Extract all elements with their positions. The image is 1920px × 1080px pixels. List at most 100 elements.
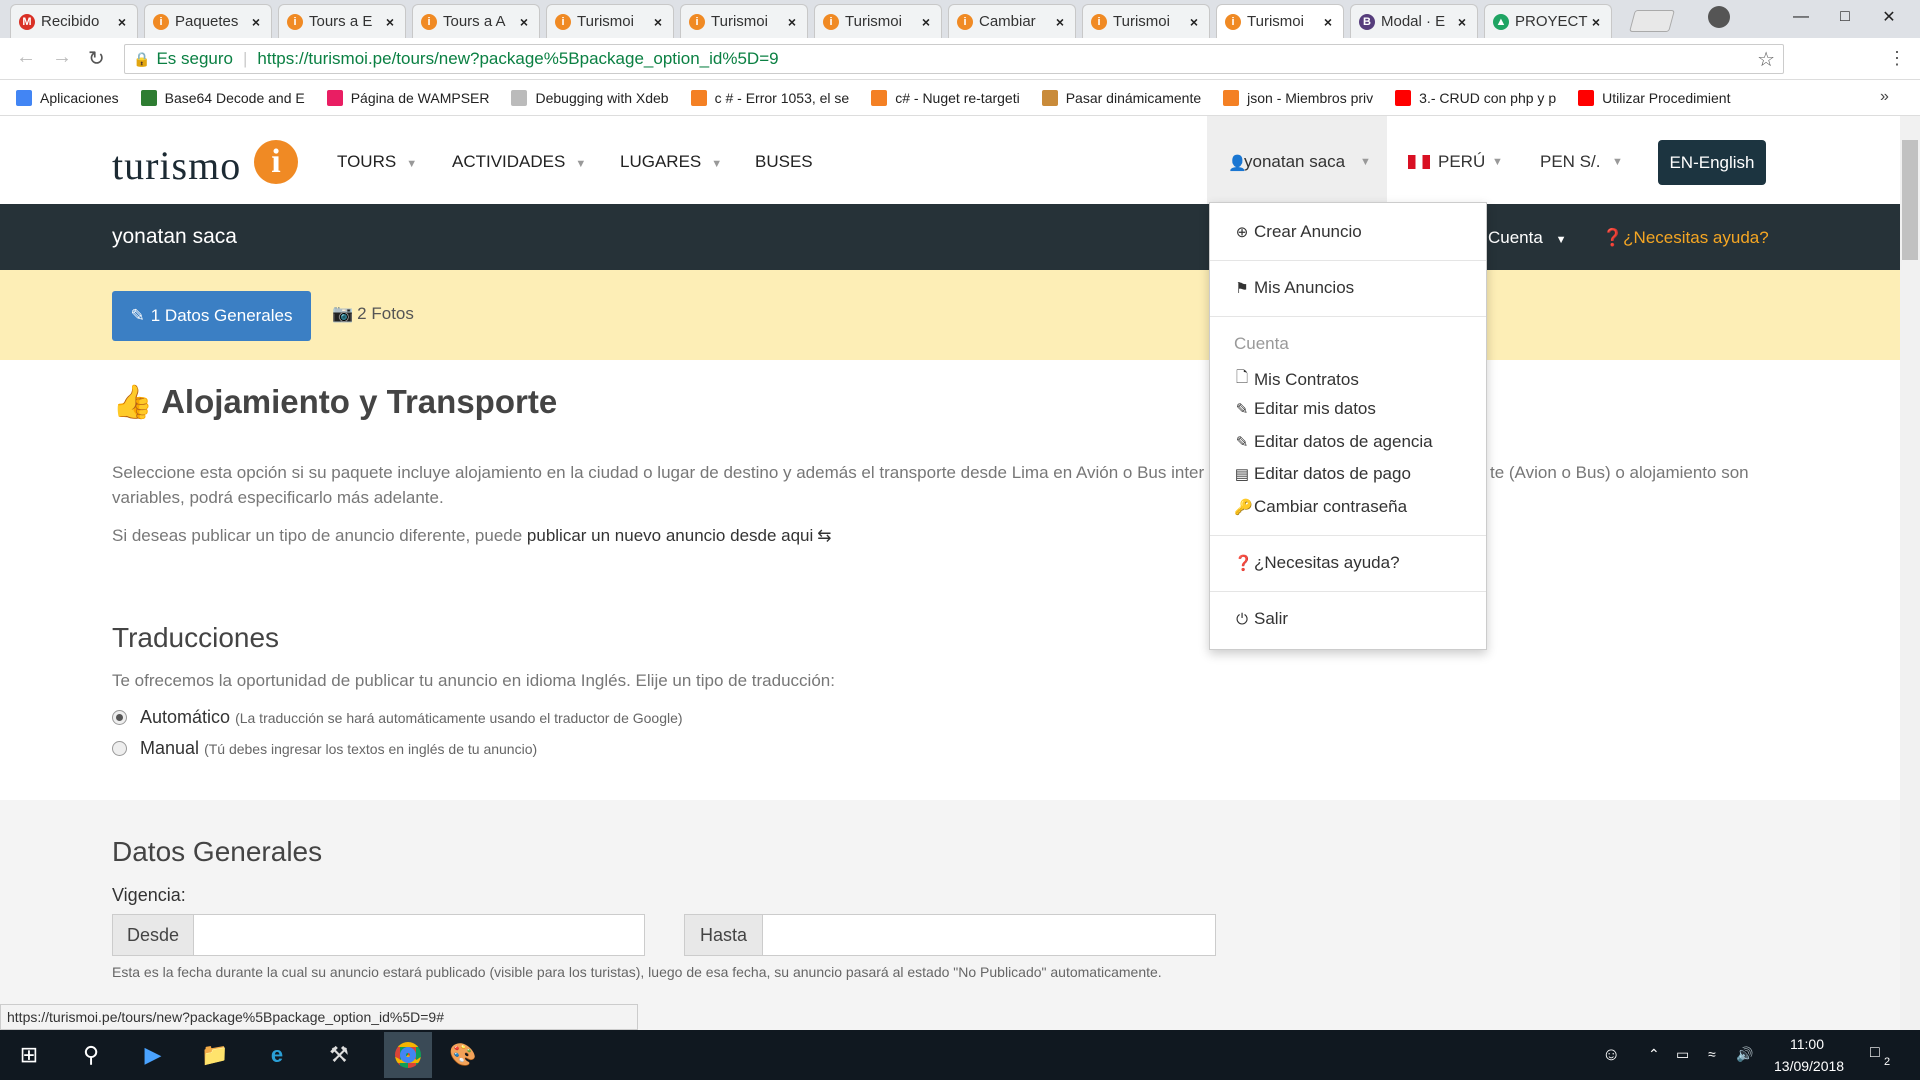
search-icon[interactable]: ⚲	[74, 1038, 108, 1072]
tab-favicon-icon: i	[823, 13, 839, 30]
powershell-icon[interactable]: ▶	[136, 1038, 170, 1072]
browser-tab[interactable]: i Cambiar ×	[948, 4, 1076, 38]
menu-item-cambiar-contrasena[interactable]: 🔑 Cambiar contraseña	[1234, 497, 1407, 517]
menu-item-crear-anuncio[interactable]: ⊕ Crear Anuncio	[1234, 222, 1362, 242]
tab-close-icon[interactable]: ×	[249, 14, 263, 30]
chrome-icon[interactable]	[384, 1032, 432, 1078]
tab-close-icon[interactable]: ×	[1589, 14, 1603, 30]
tab-close-icon[interactable]: ×	[517, 14, 531, 30]
clock-time[interactable]: 11:00	[1790, 1036, 1824, 1052]
menu-item-mis-contratos[interactable]: 🗋 Mis Contratos	[1234, 367, 1359, 392]
step-fotos-link[interactable]: 📷 2 Fotos	[332, 304, 414, 324]
reload-icon[interactable]: ↻	[88, 46, 105, 71]
browser-tab[interactable]: ▲ PROYECT ×	[1484, 4, 1612, 38]
menu-item-editar-pago[interactable]: ▤ Editar datos de pago	[1234, 464, 1411, 484]
browser-tab[interactable]: i Turismoi ×	[546, 4, 674, 38]
bookmark-item[interactable]: 3.- CRUD con php y p	[1395, 89, 1556, 106]
scrollbar-thumb[interactable]	[1902, 140, 1918, 260]
menu-item-editar-datos[interactable]: ✎ Editar mis datos	[1234, 399, 1376, 419]
bookmark-item[interactable]: Página de WAMPSER	[326, 89, 489, 106]
new-ad-link[interactable]: publicar un nuevo anuncio desde aqui	[527, 526, 813, 545]
radio-manual-label[interactable]: Manual (Tú debes ingresar los textos en …	[140, 738, 537, 759]
browser-tab[interactable]: B Modal · E ×	[1350, 4, 1478, 38]
currency-selector[interactable]: PEN S/.	[1540, 152, 1600, 172]
radio-automatico[interactable]	[112, 710, 127, 725]
back-icon[interactable]: ←	[16, 46, 36, 69]
tray-expand-icon[interactable]: ⌃	[1648, 1046, 1660, 1063]
tab-close-icon[interactable]: ×	[1187, 14, 1201, 30]
forward-icon[interactable]: →	[52, 46, 72, 69]
nav-item[interactable]: ACTIVIDADES ▼	[452, 152, 586, 172]
tab-close-icon[interactable]: ×	[919, 14, 933, 30]
browser-tab[interactable]: i Turismoi ×	[680, 4, 808, 38]
people-icon[interactable]: ☺	[1602, 1044, 1620, 1065]
browser-tab[interactable]: i Turismoi ×	[1082, 4, 1210, 38]
bookmark-item[interactable]: json - Miembros priv	[1223, 89, 1373, 106]
nav-item[interactable]: BUSES	[755, 152, 813, 172]
tab-close-icon[interactable]: ×	[651, 14, 665, 30]
tab-close-icon[interactable]: ×	[785, 14, 799, 30]
tab-title: Tours a A	[443, 13, 506, 30]
nav-item[interactable]: LUGARES ▼	[620, 152, 722, 172]
clock-date[interactable]: 13/09/2018	[1774, 1058, 1844, 1074]
bookmark-star-icon[interactable]: ☆	[1757, 47, 1775, 72]
country-selector[interactable]: PERÚ	[1438, 152, 1485, 172]
file-explorer-icon[interactable]: 📁	[198, 1038, 232, 1072]
browser-tab[interactable]: i Paquetes ×	[144, 4, 272, 38]
hasta-input[interactable]	[762, 914, 1216, 956]
internet-explorer-icon[interactable]: e	[260, 1038, 294, 1072]
bookmark-favicon-icon	[1041, 89, 1058, 106]
bookmark-item[interactable]: c # - Error 1053, el se	[690, 89, 849, 106]
paint-icon[interactable]: 🎨	[446, 1038, 480, 1072]
profile-icon[interactable]	[1708, 6, 1730, 28]
logo-text[interactable]: turismo	[112, 142, 241, 189]
step-datos-generales-button[interactable]: ✎ 1 Datos Generales	[112, 291, 311, 341]
account-bar-help-link[interactable]: ❓¿Necesitas ayuda?	[1602, 228, 1769, 248]
bookmark-favicon-icon	[690, 89, 707, 106]
browser-tab[interactable]: i Tours a E ×	[278, 4, 406, 38]
address-bar[interactable]: 🔒 Es seguro | https://turismoi.pe/tours/…	[124, 44, 1784, 74]
chrome-menu-icon[interactable]: ⋮	[1888, 48, 1906, 69]
notifications-icon[interactable]: □	[1870, 1044, 1880, 1062]
radio-automatico-label[interactable]: Automático (La traducción se hará automá…	[140, 707, 683, 728]
bookmark-item[interactable]: Pasar dinámicamente	[1041, 89, 1201, 106]
menu-item-mis-anuncios[interactable]: ⚑ Mis Anuncios	[1234, 278, 1354, 298]
desde-input[interactable]	[193, 914, 645, 956]
language-button[interactable]: EN-English	[1658, 140, 1766, 185]
bookmark-favicon-icon	[1578, 89, 1595, 106]
tools-icon[interactable]: ⚒	[322, 1038, 356, 1072]
bookmark-item[interactable]: Aplicaciones	[16, 89, 119, 106]
bookmark-item[interactable]: c# - Nuget re-targeti	[871, 89, 1020, 106]
browser-tab[interactable]: M Recibido ×	[10, 4, 138, 38]
browser-tab[interactable]: i Turismoi ×	[814, 4, 942, 38]
tab-close-icon[interactable]: ×	[1321, 14, 1335, 30]
tab-close-icon[interactable]: ×	[1455, 14, 1469, 30]
bookmark-item[interactable]: Debugging with Xdeb	[511, 89, 669, 106]
menu-item-ayuda[interactable]: ❓ ¿Necesitas ayuda?	[1234, 553, 1400, 573]
battery-icon[interactable]: ▭	[1676, 1046, 1689, 1063]
menu-item-salir[interactable]: ⏻ Salir	[1234, 609, 1288, 629]
menu-item-editar-agencia[interactable]: ✎ Editar datos de agencia	[1234, 432, 1433, 452]
tab-title: Turismoi	[1113, 13, 1170, 30]
new-tab-button[interactable]	[1629, 10, 1675, 32]
bookmarks-overflow-icon[interactable]: »	[1880, 88, 1889, 106]
account-bar-cuenta-menu[interactable]: Cuenta ▼	[1488, 228, 1566, 248]
bookmark-item[interactable]: Utilizar Procedimient	[1578, 89, 1730, 106]
volume-icon[interactable]: 🔊	[1736, 1046, 1753, 1063]
tab-close-icon[interactable]: ×	[383, 14, 397, 30]
browser-tab[interactable]: i Tours a A ×	[412, 4, 540, 38]
windows-start-icon[interactable]: ⊞	[12, 1038, 46, 1072]
logo-icon[interactable]: i	[254, 140, 298, 184]
wifi-icon[interactable]: ≈	[1708, 1046, 1716, 1062]
url-text[interactable]: https://turismoi.pe/tours/new?package%5B…	[257, 49, 778, 69]
tab-close-icon[interactable]: ×	[115, 14, 129, 30]
tab-close-icon[interactable]: ×	[1053, 14, 1067, 30]
minimize-button[interactable]: —	[1780, 4, 1822, 30]
lock-icon: 🔒	[133, 50, 151, 67]
window-close-button[interactable]: ✕	[1868, 4, 1910, 30]
bookmark-item[interactable]: Base64 Decode and E	[140, 89, 305, 106]
radio-manual[interactable]	[112, 741, 127, 756]
maximize-button[interactable]: □	[1824, 4, 1866, 30]
browser-tab[interactable]: i Turismoi ×	[1216, 4, 1344, 38]
nav-item[interactable]: TOURS ▼	[337, 152, 417, 172]
